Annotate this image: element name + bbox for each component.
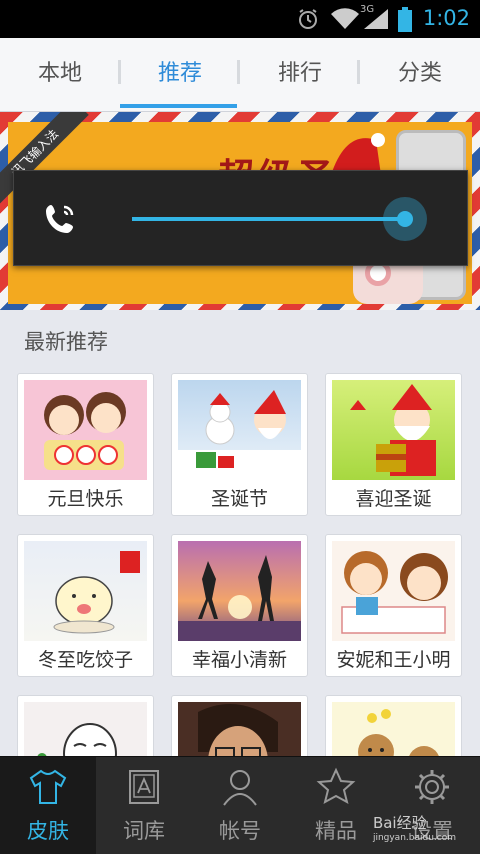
- star-icon: [316, 767, 356, 804]
- nav-dictionary[interactable]: 词库: [96, 757, 192, 854]
- status-bar: 3G 1:02: [0, 0, 480, 38]
- signal-icon: [362, 7, 390, 35]
- skin-thumbnail: [178, 380, 301, 480]
- nav-label: 帐号: [219, 819, 261, 843]
- clock: 1:02: [422, 6, 470, 30]
- volume-dialog: [13, 170, 468, 266]
- active-tab-indicator: [120, 104, 237, 108]
- tab-local[interactable]: 本地: [0, 38, 120, 110]
- nav-label: 词库: [123, 819, 165, 843]
- skin-card[interactable]: 冬至吃饺子: [17, 534, 154, 677]
- skin-thumbnail: [24, 380, 147, 480]
- volume-slider-thumb[interactable]: [382, 197, 427, 241]
- skin-card-label: 喜迎圣诞: [355, 488, 432, 510]
- nav-label: 精品: [315, 819, 357, 843]
- skin-card[interactable]: 幸福小清新: [171, 534, 308, 677]
- top-tab-bar: 本地 推荐 排行 分类: [0, 38, 480, 112]
- nav-label: 皮肤: [27, 819, 69, 843]
- skin-thumbnail: [178, 541, 301, 641]
- gear-icon: [415, 770, 449, 804]
- skin-card-label: 冬至吃饺子: [37, 649, 133, 671]
- phone-icon: [42, 201, 78, 241]
- nav-skins[interactable]: 皮肤: [0, 757, 96, 854]
- skin-card[interactable]: 安妮和王小明: [325, 534, 462, 677]
- tab-ranking[interactable]: 排行: [240, 38, 360, 110]
- nav-account[interactable]: 帐号: [192, 757, 288, 854]
- nav-featured[interactable]: 精品: [288, 757, 384, 854]
- shirt-icon: [29, 769, 67, 804]
- volume-slider-thumb-dot: [396, 211, 413, 227]
- skin-card[interactable]: 元旦快乐: [17, 373, 154, 516]
- skin-card-label: 幸福小清新: [191, 649, 287, 671]
- alarm-icon: [296, 7, 320, 35]
- watermark-url: jingyan.baidu.com: [372, 833, 456, 843]
- tab-category[interactable]: 分类: [360, 38, 480, 110]
- dictionary-icon: [129, 770, 159, 804]
- skin-thumbnail: [332, 541, 455, 641]
- skin-thumbnail: [332, 380, 455, 480]
- person-icon: [223, 770, 257, 806]
- watermark: Bai经验 jingyan.baidu.com: [373, 812, 456, 843]
- battery-icon: [397, 7, 413, 37]
- tab-recommended[interactable]: 推荐: [120, 38, 240, 110]
- skin-card-label: 元旦快乐: [47, 488, 124, 510]
- skin-card[interactable]: 圣诞节: [171, 373, 308, 516]
- section-title: 最新推荐: [24, 330, 108, 354]
- skin-card-label: 圣诞节: [210, 488, 268, 510]
- banner-page-indicator: [410, 298, 470, 302]
- skin-card[interactable]: 喜迎圣诞: [325, 373, 462, 516]
- skin-thumbnail: [24, 541, 147, 641]
- watermark-text: Bai经验: [372, 814, 427, 832]
- skin-card-label: 安妮和王小明: [336, 649, 451, 671]
- wifi-icon: [330, 7, 360, 35]
- volume-slider-track[interactable]: [132, 217, 405, 221]
